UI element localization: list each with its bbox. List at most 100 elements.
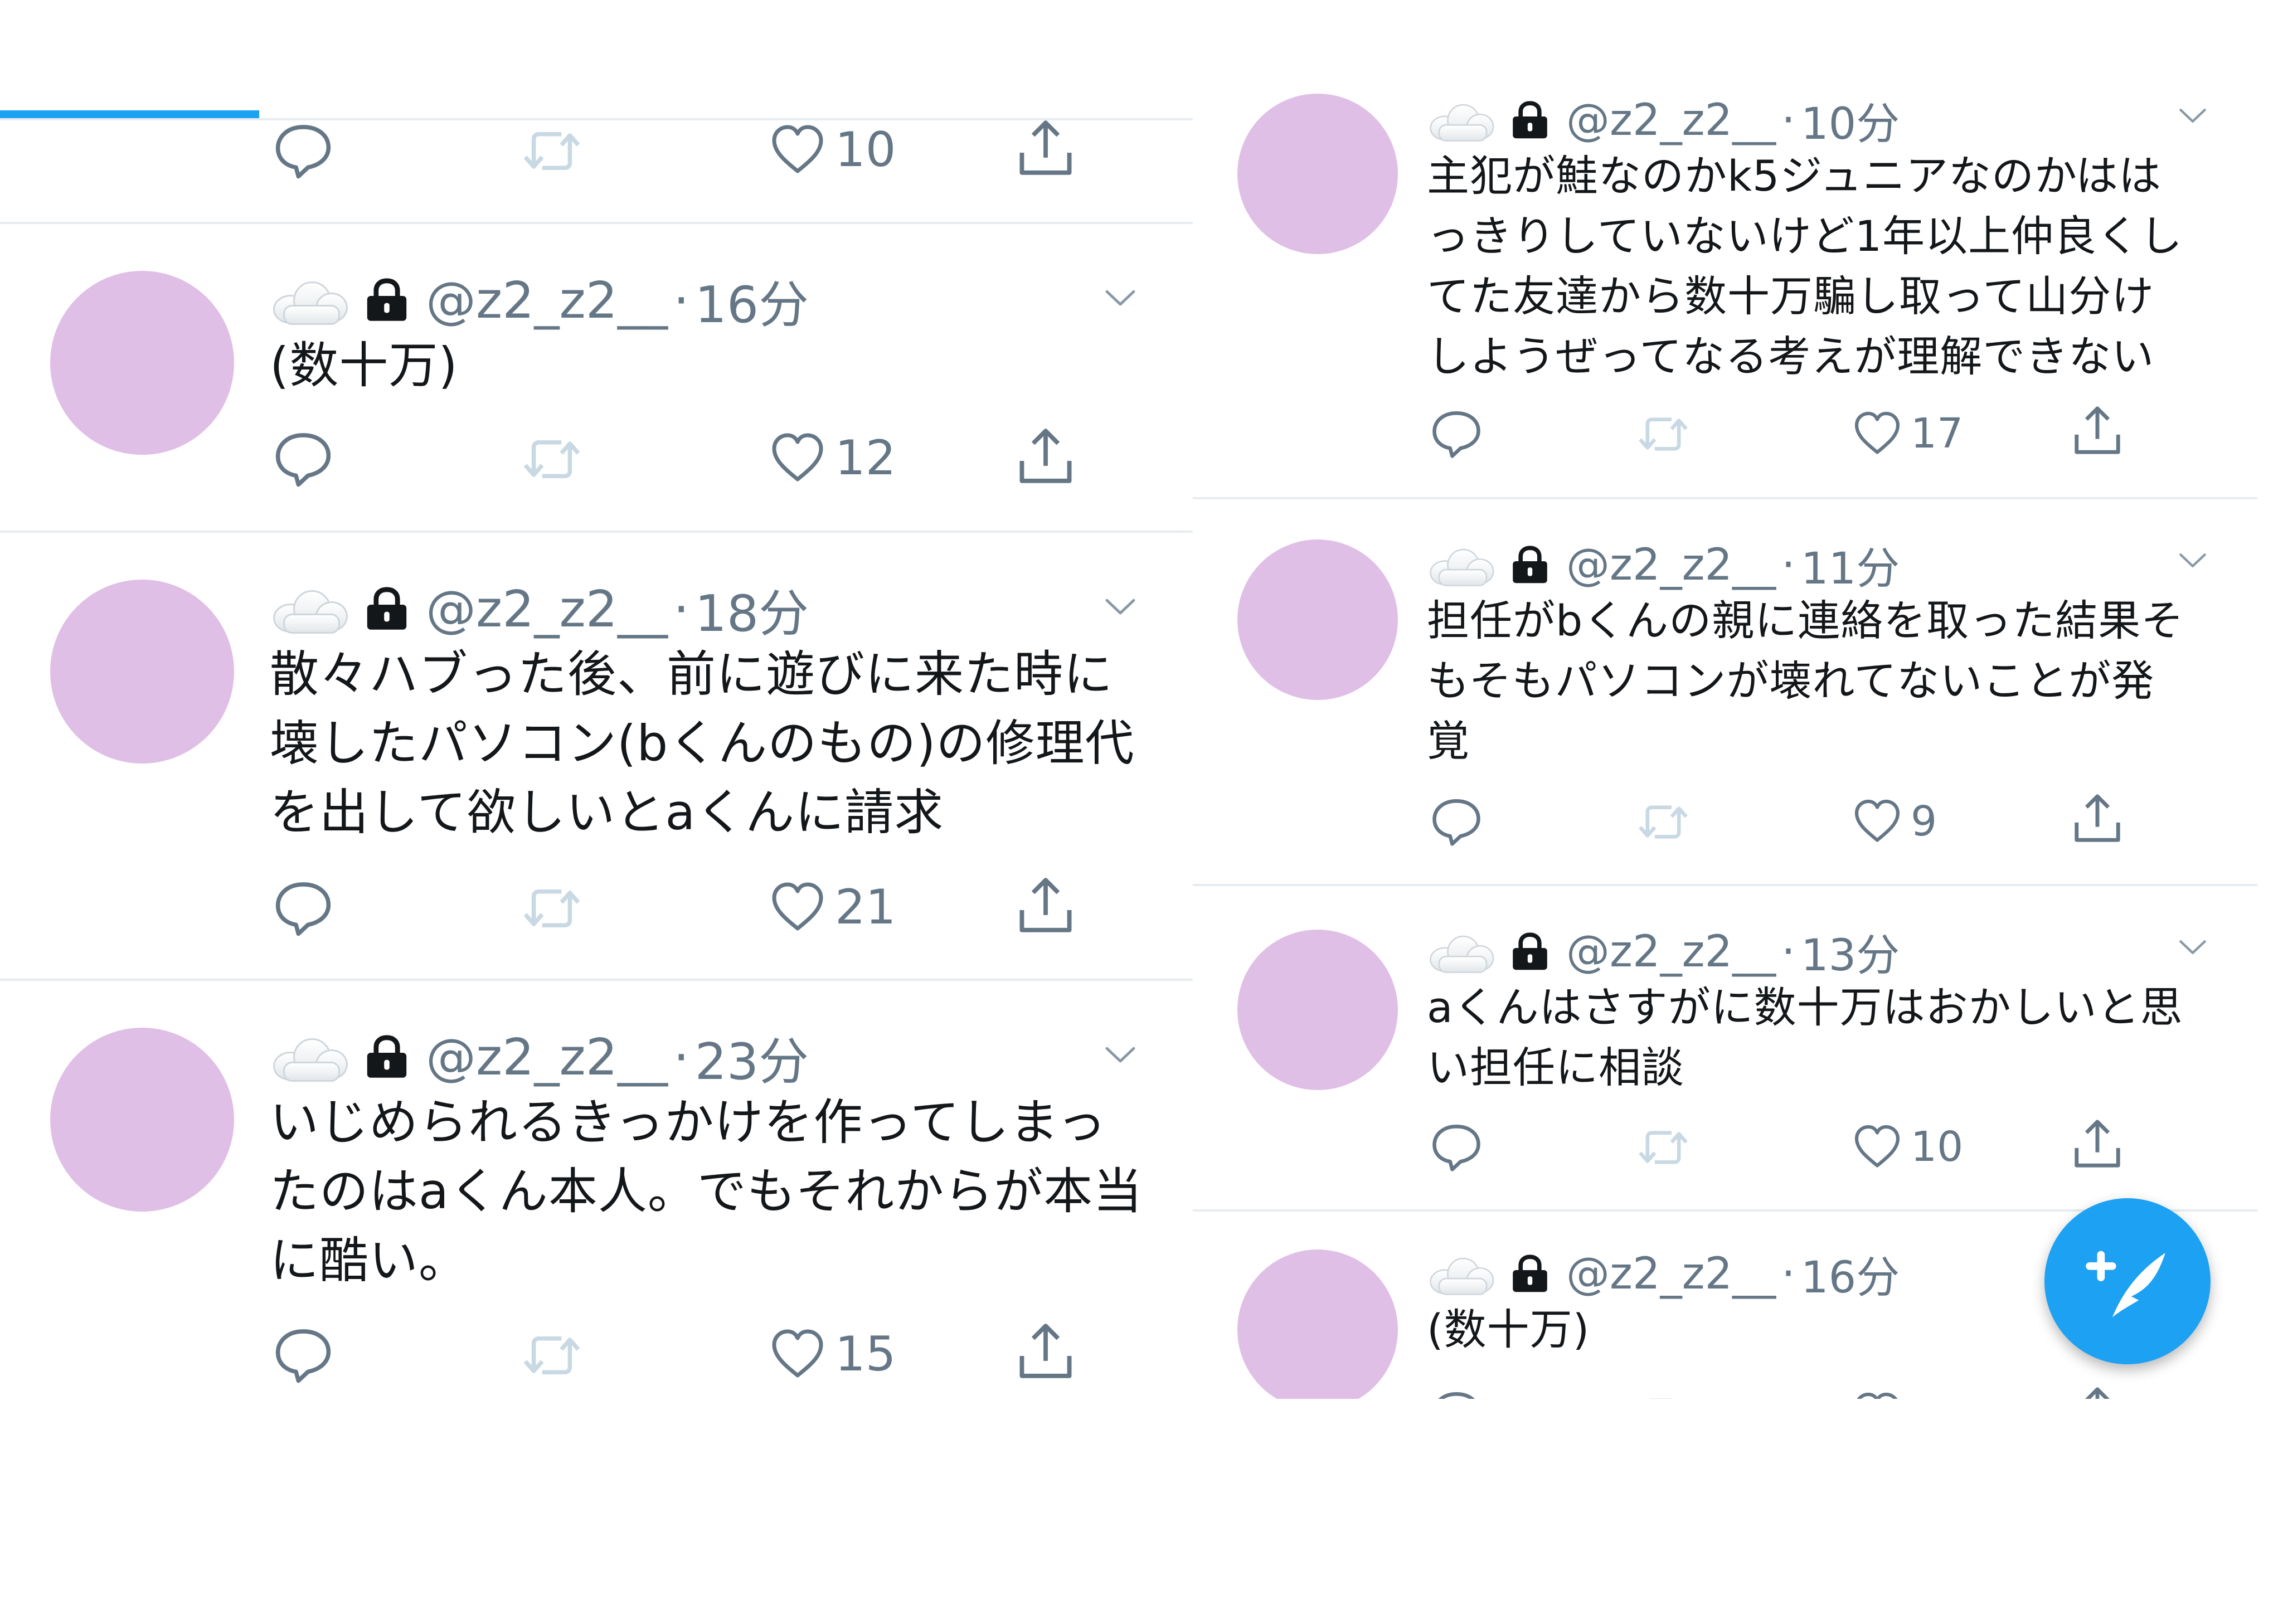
tweet-text: aくんはさすがに数十万はおかしいと思 い担任に相談 <box>1427 983 2183 1092</box>
partial-tweet-actions: 10 <box>0 120 1193 220</box>
compose-tweet-button[interactable] <box>2044 1198 2211 1364</box>
avatar[interactable] <box>50 580 234 764</box>
reply-icon <box>1430 1120 1483 1173</box>
reply-button[interactable] <box>1430 1388 1483 1399</box>
retweet-button[interactable] <box>1633 408 1693 460</box>
share-icon <box>2070 1383 2125 1399</box>
timeline-right: @z2_z2__ · 10分 主犯が鮭なのかk5ジュニアなのかはは っきりしてい… <box>1193 0 2257 1399</box>
reply-button[interactable] <box>273 428 333 488</box>
timestamp[interactable]: 16分 <box>1801 1243 1900 1305</box>
retweet-button[interactable] <box>517 1325 586 1385</box>
user-handle[interactable]: @z2_z2__ <box>426 580 668 639</box>
tweet-text: 主犯が鮭なのかk5ジュニアなのかはは っきりしていないけど1年以上仲良くし てた… <box>1427 151 2183 381</box>
retweet-button[interactable] <box>1633 1121 1693 1174</box>
timestamp[interactable]: 23分 <box>695 1021 809 1093</box>
share-button[interactable] <box>2070 1116 2125 1171</box>
avatar[interactable] <box>1237 930 1398 1090</box>
lock-icon <box>1510 546 1549 585</box>
reply-button[interactable] <box>273 120 333 180</box>
like-button[interactable]: 21 <box>768 879 896 935</box>
heart-outline-icon <box>768 1326 827 1382</box>
share-button[interactable] <box>2070 790 2125 846</box>
share-button[interactable] <box>1014 424 1077 488</box>
retweet-button[interactable] <box>517 429 586 489</box>
chevron-down-icon[interactable] <box>2173 545 2213 575</box>
tweet[interactable]: @z2_z2__ · 16分 (数十万) 12 <box>0 224 1193 529</box>
chevron-down-icon[interactable] <box>2173 932 2213 962</box>
share-icon <box>1014 873 1077 937</box>
user-handle[interactable]: @z2_z2__ <box>1566 540 1776 590</box>
tweet[interactable]: @z2_z2__ · 23分 いじめられるきっかけを作ってしまっ たのはaくん本… <box>0 981 1193 1399</box>
like-button[interactable]: 10 <box>1852 1122 1963 1171</box>
timestamp[interactable]: 10分 <box>1801 89 1900 152</box>
avatar[interactable] <box>1237 94 1398 254</box>
timestamp[interactable]: 18分 <box>695 573 809 645</box>
heart-outline-icon <box>768 879 827 935</box>
separator-dot: · <box>1781 1249 1795 1299</box>
cloud-emoji-icon <box>270 278 348 325</box>
share-icon <box>1014 424 1077 488</box>
tweet[interactable]: @z2_z2__ · 18分 散々ハブった後、前に遊びに来た時に 壊したパソコン… <box>0 533 1193 979</box>
lock-icon <box>1510 932 1549 971</box>
cloud-emoji-icon <box>1427 1255 1494 1295</box>
user-handle[interactable]: @z2_z2__ <box>426 271 668 330</box>
tweet-header: @z2_z2__ · 10分 <box>1427 89 1900 152</box>
reply-button[interactable] <box>1430 1120 1483 1173</box>
retweet-button[interactable] <box>517 121 586 181</box>
timestamp[interactable]: 13分 <box>1801 921 1900 983</box>
lock-icon <box>1510 101 1549 140</box>
user-handle[interactable]: @z2_z2__ <box>1566 1249 1776 1299</box>
like-button[interactable]: 12 <box>768 430 896 486</box>
timestamp[interactable]: 16分 <box>695 264 809 337</box>
avatar[interactable] <box>50 271 234 455</box>
tweet-header: @z2_z2__ · 13分 <box>1427 921 1900 983</box>
separator-dot: · <box>673 1028 689 1087</box>
share-icon <box>2070 790 2125 846</box>
lock-icon <box>365 278 409 323</box>
like-button[interactable]: 17 <box>1852 409 1963 458</box>
user-handle[interactable]: @z2_z2__ <box>426 1028 668 1087</box>
user-handle[interactable]: @z2_z2__ <box>1566 927 1776 977</box>
share-button[interactable] <box>2070 1383 2125 1399</box>
reply-button[interactable] <box>273 877 333 937</box>
chevron-down-icon[interactable] <box>2173 100 2213 130</box>
share-button[interactable] <box>1014 873 1077 937</box>
like-count: 9 <box>1911 798 1937 845</box>
avatar[interactable] <box>50 1028 234 1212</box>
tweet[interactable]: @z2_z2__ · 11分 担任がbくんの親に連絡を取った結果そ もそもパソコ… <box>1193 499 2257 884</box>
retweet-icon <box>517 1325 586 1385</box>
tweet-text: 担任がbくんの親に連絡を取った結果そ もそもパソコンが壊れてないことが発 覚 <box>1427 596 2184 766</box>
separator-dot: · <box>1781 540 1795 590</box>
chevron-down-icon[interactable] <box>1098 1038 1143 1071</box>
heart-outline-icon <box>1852 1122 1903 1171</box>
share-button[interactable] <box>1014 115 1077 180</box>
chevron-down-icon[interactable] <box>1098 590 1143 623</box>
share-icon <box>2070 402 2125 458</box>
avatar[interactable] <box>1237 1249 1398 1399</box>
user-handle[interactable]: @z2_z2__ <box>1566 95 1776 145</box>
retweet-button[interactable] <box>517 878 586 939</box>
like-button[interactable]: 10 <box>768 122 896 178</box>
heart-outline-icon <box>768 122 827 178</box>
timestamp[interactable]: 11分 <box>1801 534 1900 596</box>
like-button[interactable]: 15 <box>768 1326 896 1382</box>
retweet-button[interactable] <box>1633 796 1693 848</box>
share-button[interactable] <box>1014 1319 1077 1383</box>
reply-icon <box>1430 1388 1483 1399</box>
share-button[interactable] <box>2070 402 2125 458</box>
reply-button[interactable] <box>1430 795 1483 847</box>
chevron-down-icon[interactable] <box>1098 281 1143 314</box>
retweet-button[interactable] <box>1633 1389 1693 1399</box>
retweet-icon <box>517 429 586 489</box>
retweet-icon <box>1633 796 1693 848</box>
separator-dot: · <box>673 271 689 330</box>
avatar[interactable] <box>1237 539 1398 700</box>
tweet[interactable]: @z2_z2__ · 13分 aくんはさすがに数十万はおかしいと思 い担任に相談… <box>1193 886 2257 1209</box>
like-button[interactable] <box>1852 1390 1903 1399</box>
tweet[interactable]: @z2_z2__ · 10分 主犯が鮭なのかk5ジュニアなのかはは っきりしてい… <box>1193 72 2257 496</box>
reply-button[interactable] <box>273 1324 333 1384</box>
like-button[interactable]: 9 <box>1852 797 1937 846</box>
reply-button[interactable] <box>1430 407 1483 459</box>
like-count: 15 <box>835 1326 896 1382</box>
heart-outline-icon <box>768 430 827 486</box>
